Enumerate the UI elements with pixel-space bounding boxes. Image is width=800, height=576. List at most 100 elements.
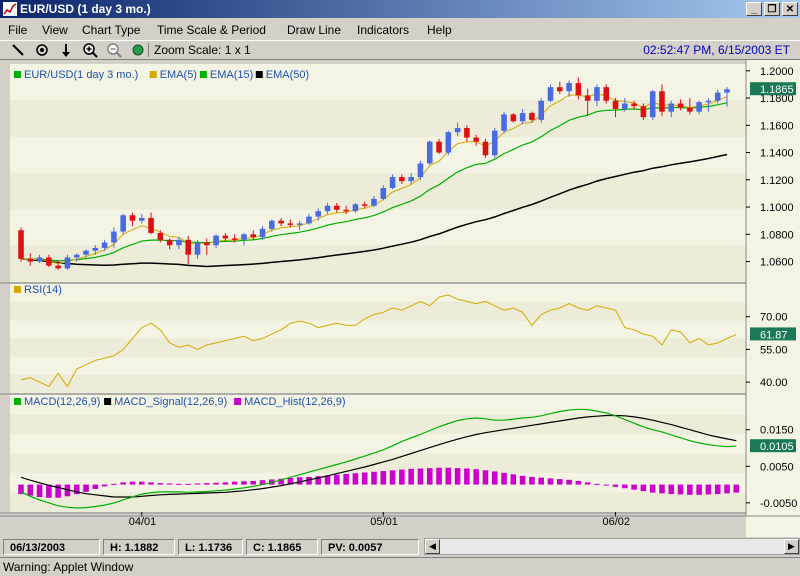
draw-line-icon[interactable]	[10, 42, 26, 58]
macd-hist-bar	[584, 482, 591, 485]
macd-hist-bar	[46, 484, 52, 498]
chart-background-bands	[0, 60, 800, 537]
macd-hist-bar	[491, 471, 498, 485]
macd-hist-bar	[705, 484, 712, 495]
macd-hist-bar	[408, 468, 414, 485]
panel-band	[10, 492, 746, 512]
zoom-in-icon[interactable]	[82, 42, 98, 58]
candle-body	[259, 228, 266, 238]
candle-body	[566, 83, 572, 92]
macd-hist-bar	[148, 482, 154, 485]
macd-hist-bar	[724, 484, 730, 494]
macd-hist-bar	[547, 478, 554, 485]
menu-file[interactable]: File	[8, 23, 27, 37]
legend-swatch	[104, 398, 112, 405]
macd-hist-bar	[399, 469, 405, 485]
y-tick-label: 1.1000	[760, 202, 794, 214]
macd-hist-bar	[380, 471, 387, 485]
candle-body	[594, 87, 600, 101]
macd-hist-bar	[640, 484, 647, 492]
candle-body	[436, 141, 442, 153]
macd-hist-bar	[566, 479, 572, 485]
menu-bar: File View Chart Type Time Scale & Period…	[0, 20, 800, 40]
macd-hist-bar	[36, 484, 43, 498]
macd-hist-bar	[231, 481, 238, 485]
panel-band	[10, 338, 746, 357]
candle-body	[278, 220, 284, 224]
y-tick-label: -0.0050	[760, 498, 797, 510]
candle-body	[64, 257, 71, 269]
legend-swatch	[149, 71, 157, 78]
minimize-button[interactable]: _	[746, 2, 762, 16]
arrow-left-icon: ◀	[429, 541, 436, 551]
x-tick-label: 04/01	[129, 516, 157, 528]
legend-label: MACD_Hist(12,26,9)	[244, 396, 345, 408]
legend-label: MACD(12,26,9)	[24, 396, 100, 408]
macd-hist-bar	[92, 484, 99, 489]
menu-view[interactable]: View	[42, 23, 68, 37]
candle-body	[464, 128, 470, 138]
macd-hist-bar	[194, 483, 201, 485]
applet-warning: Warning: Applet Window	[0, 557, 800, 576]
menu-help[interactable]: Help	[427, 23, 452, 37]
crosshair-icon[interactable]	[34, 42, 50, 58]
close-button[interactable]: ✕	[782, 2, 798, 16]
macd-hist-bar	[83, 484, 89, 492]
chart-area[interactable]: 1.20001.18001.16001.14001.12001.10001.08…	[0, 60, 800, 537]
macd-hist-bar	[659, 484, 665, 494]
candle-body	[482, 141, 489, 156]
candle-body	[250, 234, 257, 238]
macd-hist-bar	[204, 483, 210, 485]
arrow-down-icon[interactable]	[58, 42, 74, 58]
y-tick-label: 0.0150	[760, 425, 794, 437]
macd-hist-bar	[575, 480, 582, 485]
macd-hist-bar	[436, 467, 442, 485]
macd-hist-bar	[389, 470, 396, 485]
close-icon: ✕	[785, 4, 795, 15]
candle-body	[575, 83, 582, 96]
menu-chart-type[interactable]: Chart Type	[82, 23, 140, 37]
candle-body	[334, 205, 340, 210]
macd-hist-bar	[129, 481, 136, 485]
candle-body	[529, 113, 535, 120]
candle-body	[519, 113, 526, 122]
globe-icon[interactable]	[130, 42, 146, 58]
candle-body	[538, 100, 544, 120]
panel-band	[10, 434, 746, 454]
candle-body	[454, 128, 461, 133]
scroll-right-button[interactable]: ▶	[784, 539, 799, 554]
candle-body	[185, 239, 191, 255]
candle-body	[724, 89, 730, 93]
macd-hist-bar	[222, 482, 229, 485]
candle-body	[687, 107, 693, 112]
macd-hist-bar	[352, 473, 359, 485]
macd-hist-bar	[445, 467, 452, 485]
macd-hist-bar	[631, 484, 637, 490]
candle-body	[27, 258, 34, 262]
candle-body	[306, 216, 312, 224]
candle-body	[101, 242, 108, 248]
horizontal-scrollbar[interactable]: ◀ ▶	[424, 538, 800, 555]
menu-time-scale[interactable]: Time Scale & Period	[157, 23, 266, 37]
candle-body	[111, 231, 117, 243]
macd-hist-bar	[594, 483, 600, 485]
candle-body	[194, 242, 201, 255]
candle-body	[129, 215, 136, 221]
restore-button[interactable]: ❐	[764, 2, 780, 16]
macd-hist-bar	[27, 484, 34, 496]
y-tick-label: 1.0600	[760, 257, 794, 269]
last-value-label: 1.1865	[760, 84, 794, 96]
panel-band	[10, 302, 746, 321]
candle-body	[473, 137, 479, 142]
candle-body	[677, 103, 684, 108]
scroll-left-button[interactable]: ◀	[425, 539, 440, 554]
candle-body	[668, 103, 675, 112]
panel-band	[10, 320, 746, 339]
candle-body	[55, 265, 61, 269]
candle-body	[231, 238, 238, 240]
macd-hist-bar	[510, 474, 517, 485]
candle-body	[380, 187, 387, 199]
zoom-out-icon[interactable]	[106, 42, 122, 58]
menu-draw-line[interactable]: Draw Line	[287, 23, 341, 37]
menu-indicators[interactable]: Indicators	[357, 23, 409, 37]
